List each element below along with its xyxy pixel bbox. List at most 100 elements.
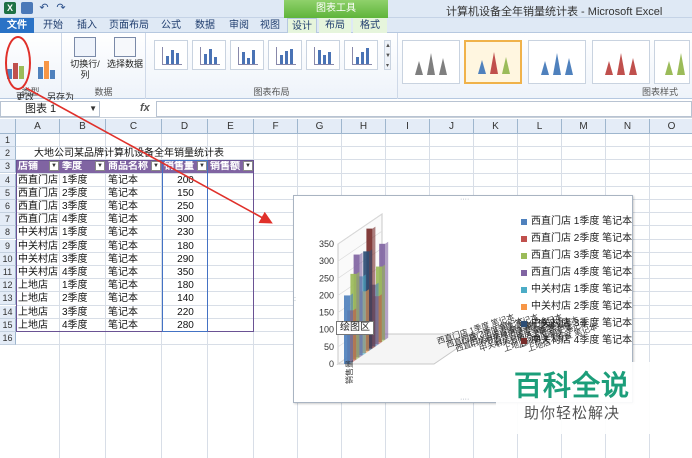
legend-item[interactable]: 中关村店 1季度 笔记本 xyxy=(521,284,633,301)
chart-style-4[interactable] xyxy=(592,40,650,84)
table-cell[interactable]: 笔记本 xyxy=(108,240,161,253)
legend-item[interactable]: 中关村店 3季度 笔记本 xyxy=(521,318,633,335)
filter-dropdown-icon[interactable]: ▼ xyxy=(151,161,161,172)
table-cell[interactable]: 1季度 xyxy=(62,279,105,292)
table-cell[interactable]: 上地店 xyxy=(18,292,59,305)
column-header-E[interactable]: E xyxy=(208,119,254,134)
row-header-15[interactable]: 15 xyxy=(0,318,16,332)
filter-dropdown-icon[interactable]: ▼ xyxy=(243,161,253,172)
chart-layout-5[interactable] xyxy=(306,40,340,70)
row-header-1[interactable]: 1 xyxy=(0,134,16,147)
column-header-A[interactable]: A xyxy=(16,119,60,134)
legend-item[interactable]: 中关村店 2季度 笔记本 xyxy=(521,301,633,318)
chart-layout-2[interactable] xyxy=(192,40,226,70)
column-header-I[interactable]: I xyxy=(386,119,430,134)
select-data-button[interactable]: 选择数据 xyxy=(106,37,144,70)
table-header-2[interactable]: 季度 ▼ xyxy=(60,160,106,174)
chart-layouts-gallery-scroll[interactable]: ▲ ▼ ▾ xyxy=(384,40,391,70)
table-cell[interactable]: 3季度 xyxy=(62,253,105,266)
sheet-title-cell[interactable]: 大地公司某品牌计算机设备全年销量统计表 xyxy=(34,147,294,160)
table-cell[interactable]: 上地店 xyxy=(18,279,59,292)
row-header-5[interactable]: 5 xyxy=(0,186,16,200)
row-header-10[interactable]: 10 xyxy=(0,252,16,266)
tab-data[interactable]: 数据 xyxy=(188,18,222,33)
table-cell[interactable]: 笔记本 xyxy=(108,213,161,226)
legend-item[interactable]: 西直门店 1季度 笔记本 xyxy=(521,216,633,233)
formula-input[interactable] xyxy=(156,101,692,117)
table-cell[interactable]: 笔记本 xyxy=(108,306,161,319)
row-header-14[interactable]: 14 xyxy=(0,305,16,319)
column-header-J[interactable]: J xyxy=(430,119,474,134)
tab-view[interactable]: 视图 xyxy=(256,18,284,33)
legend-item[interactable]: 中关村店 4季度 笔记本 xyxy=(521,335,633,352)
chart-layout-4[interactable] xyxy=(268,40,302,70)
table-cell[interactable]: 4季度 xyxy=(62,266,105,279)
tab-layout[interactable]: 布局 xyxy=(319,18,351,33)
row-header-3[interactable]: 3 xyxy=(0,160,16,174)
table-cell[interactable]: 4季度 xyxy=(62,213,105,226)
legend-item[interactable]: 西直门店 4季度 笔记本 xyxy=(521,267,633,284)
table-cell[interactable]: 西直门店 xyxy=(18,174,59,187)
column-header-B[interactable]: B xyxy=(60,119,106,134)
table-cell[interactable]: 上地店 xyxy=(18,306,59,319)
table-cell[interactable]: 上地店 xyxy=(18,319,59,332)
tab-formulas[interactable]: 公式 xyxy=(154,18,188,33)
table-header-4[interactable]: 销售量 ▼ xyxy=(162,160,208,174)
tab-format[interactable]: 格式 xyxy=(353,18,387,33)
table-cell[interactable]: 1季度 xyxy=(62,226,105,239)
row-header-8[interactable]: 8 xyxy=(0,226,16,240)
table-cell[interactable]: 4季度 xyxy=(62,319,105,332)
name-box[interactable]: 图表 1 ▼ xyxy=(0,101,100,117)
table-cell[interactable]: 笔记本 xyxy=(108,187,161,200)
save-icon[interactable] xyxy=(21,2,33,14)
chart-resize-handle-bottom[interactable]: ···· xyxy=(460,396,469,403)
table-cell[interactable]: 200 xyxy=(164,174,207,187)
tab-design[interactable]: 设计 xyxy=(287,18,317,33)
column-header-N[interactable]: N xyxy=(606,119,650,134)
table-cell[interactable]: 230 xyxy=(164,226,207,239)
table-cell[interactable]: 中关村店 xyxy=(18,266,59,279)
table-cell[interactable]: 西直门店 xyxy=(18,213,59,226)
tab-page-layout[interactable]: 页面布局 xyxy=(104,18,154,33)
table-cell[interactable]: 笔记本 xyxy=(108,200,161,213)
chart-resize-handle-top[interactable]: ···· xyxy=(460,196,469,203)
table-cell[interactable]: 笔记本 xyxy=(108,319,161,332)
column-header-G[interactable]: G xyxy=(298,119,342,134)
row-header-4[interactable]: 4 xyxy=(0,173,16,187)
undo-icon[interactable]: ↶ xyxy=(38,2,50,14)
function-icon[interactable]: fx xyxy=(140,102,150,114)
table-cell[interactable]: 220 xyxy=(164,306,207,319)
chart-resize-handle-left[interactable]: : xyxy=(294,296,296,303)
table-header-1[interactable]: 店铺 ▼ xyxy=(16,160,60,174)
tab-insert[interactable]: 插入 xyxy=(70,18,104,33)
row-header-12[interactable]: 12 xyxy=(0,279,16,293)
row-header-13[interactable]: 13 xyxy=(0,292,16,306)
table-cell[interactable]: 3季度 xyxy=(62,306,105,319)
table-cell[interactable]: 3季度 xyxy=(62,200,105,213)
column-header-M[interactable]: M xyxy=(562,119,606,134)
tab-review[interactable]: 审阅 xyxy=(222,18,256,33)
table-cell[interactable]: 笔记本 xyxy=(108,226,161,239)
table-cell[interactable]: 250 xyxy=(164,200,207,213)
table-cell[interactable]: 笔记本 xyxy=(108,174,161,187)
legend-item[interactable]: 西直门店 3季度 笔记本 xyxy=(521,250,633,267)
table-cell[interactable]: 150 xyxy=(164,187,207,200)
row-header-9[interactable]: 9 xyxy=(0,239,16,253)
table-cell[interactable]: 中关村店 xyxy=(18,240,59,253)
chart-resize-handle-right[interactable]: : xyxy=(629,296,631,303)
chart-layout-3[interactable] xyxy=(230,40,264,70)
filter-dropdown-icon[interactable]: ▼ xyxy=(49,161,59,172)
table-cell[interactable]: 290 xyxy=(164,253,207,266)
chart-style-2[interactable] xyxy=(464,40,522,84)
row-header-7[interactable]: 7 xyxy=(0,213,16,227)
table-cell[interactable]: 笔记本 xyxy=(108,266,161,279)
table-cell[interactable]: 2季度 xyxy=(62,240,105,253)
legend-item[interactable]: 西直门店 2季度 笔记本 xyxy=(521,233,633,250)
column-header-F[interactable]: F xyxy=(254,119,298,134)
table-cell[interactable]: 140 xyxy=(164,292,207,305)
table-cell[interactable]: 笔记本 xyxy=(108,279,161,292)
row-header-11[interactable]: 11 xyxy=(0,266,16,279)
table-cell[interactable]: 西直门店 xyxy=(18,200,59,213)
column-header-C[interactable]: C xyxy=(106,119,162,134)
table-cell[interactable]: 350 xyxy=(164,266,207,279)
